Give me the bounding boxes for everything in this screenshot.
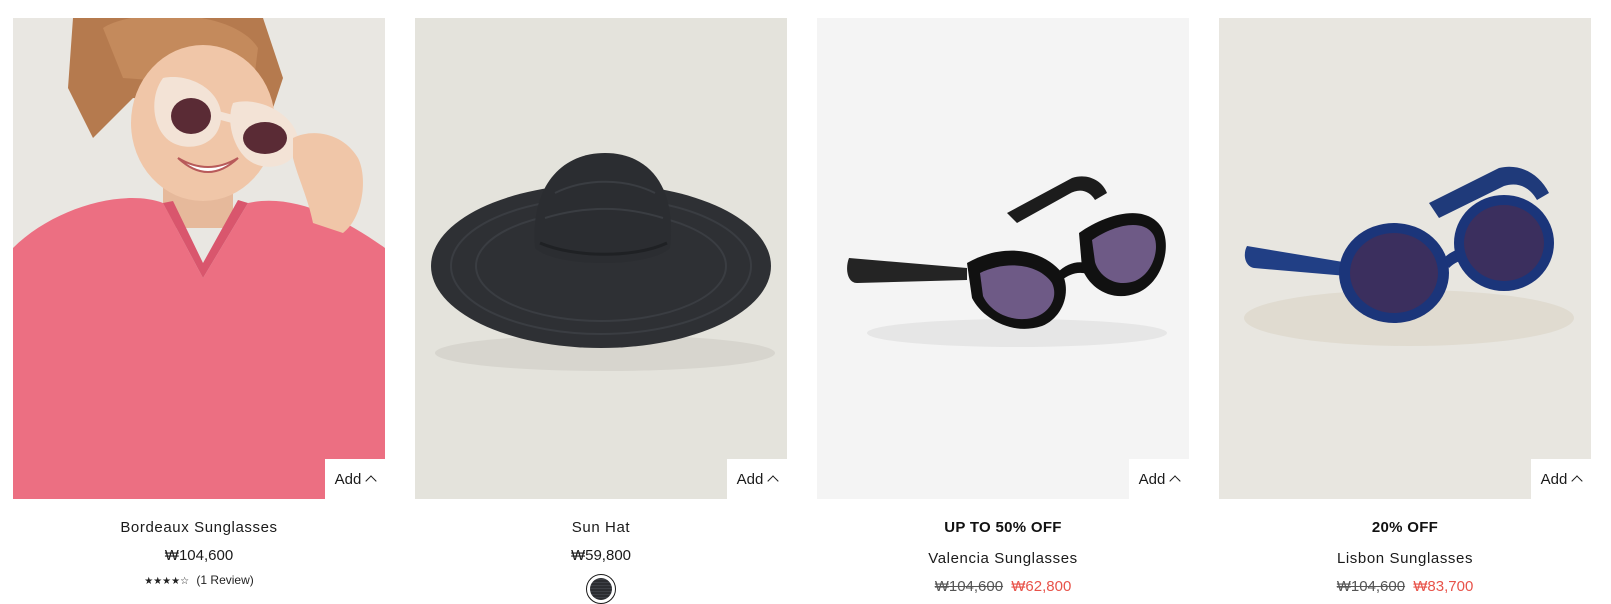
rating-row[interactable]: ★★★★☆ (1 Review) bbox=[13, 572, 385, 590]
product-name[interactable]: Bordeaux Sunglasses bbox=[13, 518, 385, 538]
product-photo-lisbon-sunglasses bbox=[1219, 18, 1591, 499]
add-button-label: Add bbox=[1540, 470, 1568, 488]
product-name[interactable]: Valencia Sunglasses bbox=[817, 549, 1189, 569]
add-button-label: Add bbox=[1138, 470, 1166, 488]
product-price: ₩104,600 bbox=[164, 547, 234, 564]
product-price: ₩59,800 bbox=[570, 547, 632, 564]
product-name[interactable]: Lisbon Sunglasses bbox=[1219, 549, 1591, 569]
product-photo-sun-hat bbox=[415, 18, 787, 499]
product-card[interactable]: Add Sun Hat ₩59,800 bbox=[415, 18, 787, 604]
product-image[interactable]: Add bbox=[817, 18, 1189, 499]
add-button[interactable]: Add bbox=[1531, 459, 1591, 499]
promo-badge: 20% OFF bbox=[1371, 519, 1439, 536]
product-info: UP TO 50% OFF Valencia Sunglasses ₩104,6… bbox=[817, 499, 1189, 597]
original-price: ₩104,600 bbox=[1336, 578, 1406, 595]
sale-price: ₩62,800 bbox=[1011, 578, 1072, 595]
product-photo-woman-sunglasses bbox=[13, 18, 385, 499]
original-price: ₩104,600 bbox=[934, 578, 1004, 595]
review-count[interactable]: (1 Review) bbox=[196, 573, 253, 587]
product-info: 20% OFF Lisbon Sunglasses ₩104,600 ₩83,7… bbox=[1219, 499, 1591, 597]
price-row: ₩104,600 ₩83,700 bbox=[1219, 577, 1591, 597]
chevron-up-icon bbox=[767, 475, 780, 487]
product-photo-valencia-sunglasses bbox=[817, 18, 1189, 499]
add-button[interactable]: Add bbox=[1129, 459, 1189, 499]
product-card[interactable]: Add 20% OFF Lisbon Sunglasses ₩104,600 ₩… bbox=[1219, 18, 1591, 604]
star-rating-icon: ★★★★☆ bbox=[144, 576, 190, 587]
product-image[interactable]: Add bbox=[13, 18, 385, 499]
add-button-label: Add bbox=[736, 470, 764, 488]
product-image[interactable]: Add bbox=[415, 18, 787, 499]
product-grid: Add Bordeaux Sunglasses ₩104,600 ★★★★☆ (… bbox=[13, 18, 1598, 604]
chevron-up-icon bbox=[1169, 475, 1182, 487]
price-row: ₩104,600 ₩62,800 bbox=[817, 577, 1189, 597]
add-button[interactable]: Add bbox=[727, 459, 787, 499]
product-card[interactable]: Add UP TO 50% OFF Valencia Sunglasses ₩1… bbox=[817, 18, 1189, 604]
promo-badge: UP TO 50% OFF bbox=[944, 519, 1062, 536]
chevron-up-icon bbox=[1571, 475, 1584, 487]
add-button-label: Add bbox=[334, 470, 362, 488]
add-button[interactable]: Add bbox=[325, 459, 385, 499]
price-row: ₩104,600 bbox=[13, 546, 385, 566]
sale-price: ₩83,700 bbox=[1413, 578, 1474, 595]
product-info: Bordeaux Sunglasses ₩104,600 ★★★★☆ (1 Re… bbox=[13, 499, 385, 590]
product-card[interactable]: Add Bordeaux Sunglasses ₩104,600 ★★★★☆ (… bbox=[13, 18, 385, 604]
product-name[interactable]: Sun Hat bbox=[415, 518, 787, 538]
color-swatch[interactable] bbox=[586, 574, 616, 604]
price-row: ₩59,800 bbox=[415, 546, 787, 566]
product-image[interactable]: Add bbox=[1219, 18, 1591, 499]
product-info: Sun Hat ₩59,800 bbox=[415, 499, 787, 604]
chevron-up-icon bbox=[365, 475, 378, 487]
